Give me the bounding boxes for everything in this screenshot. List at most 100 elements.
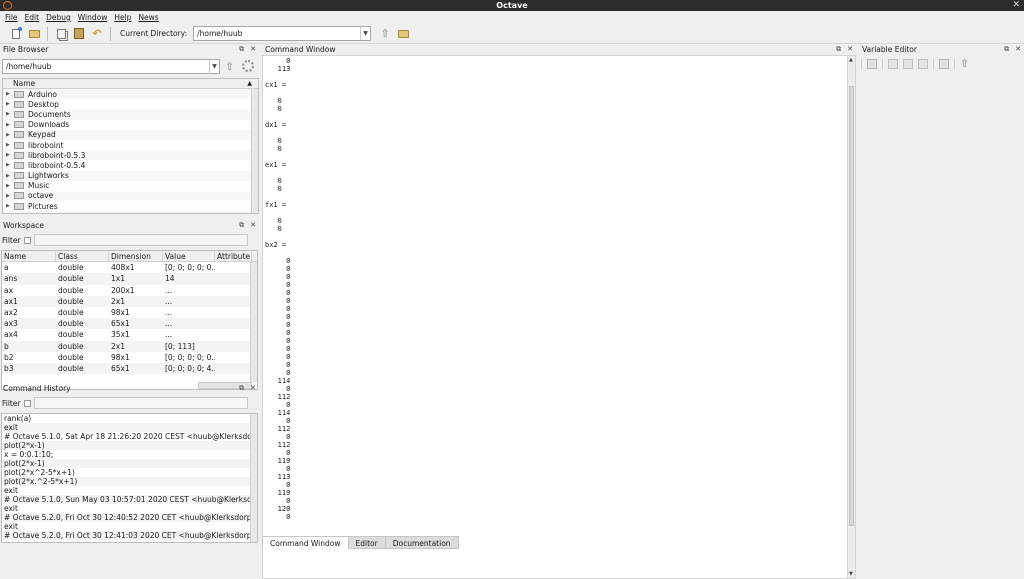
table-row[interactable]: a double 408x1 [0; 0; 0; 0; 0... — [2, 262, 257, 273]
undock-icon[interactable]: ⧉ — [239, 384, 244, 393]
close-icon[interactable]: ✕ — [847, 45, 853, 54]
list-item[interactable]: # Octave 5.1.0, Sun May 03 10:57:01 2020… — [2, 495, 257, 504]
column-header-name[interactable]: Name — [2, 251, 56, 261]
browse-directory-button[interactable] — [395, 26, 411, 42]
expand-arrow-icon[interactable]: ▶ — [6, 91, 14, 97]
file-list-item[interactable]: ▶ Lightworks — [3, 170, 258, 181]
file-list-item[interactable]: ▶ libroboint-0.5.3 — [3, 150, 258, 161]
scroll-up-icon[interactable]: ▲ — [849, 57, 853, 63]
list-item[interactable]: exit — [2, 486, 257, 495]
tab-command-window[interactable]: Command Window — [262, 536, 349, 549]
paste-icon[interactable] — [918, 58, 928, 69]
list-item[interactable]: rank(a) — [2, 414, 257, 423]
tab-documentation[interactable]: Documentation — [384, 536, 459, 549]
file-list-item[interactable]: ▶ Keypad — [3, 129, 258, 140]
plot-icon[interactable] — [939, 58, 949, 69]
command-window-console[interactable]: 0 113 cx1 = 0 0 dx1 = 0 0 ex1 = 0 0 fx1 … — [262, 55, 856, 579]
menu-window[interactable]: Window — [78, 13, 108, 22]
list-item[interactable]: plot(2*x.^2-5*x+1) — [2, 477, 257, 486]
undock-icon[interactable]: ⧉ — [239, 45, 244, 54]
expand-arrow-icon[interactable]: ▶ — [6, 162, 14, 168]
table-row[interactable]: ax4 double 35x1... — [2, 329, 257, 340]
list-item[interactable]: exit — [2, 522, 257, 531]
close-window-icon[interactable]: ✕ — [1012, 0, 1020, 11]
workspace-table[interactable]: Name Class Dimension Value Attribute a do… — [1, 250, 258, 390]
menu-file[interactable]: File — [5, 13, 18, 22]
expand-arrow-icon[interactable]: ▶ — [6, 142, 14, 148]
column-header-value[interactable]: Value — [163, 251, 215, 261]
undo-button[interactable]: ↶ — [89, 26, 105, 42]
expand-arrow-icon[interactable]: ▶ — [6, 132, 14, 138]
file-list-item[interactable]: ▶ Documents — [3, 109, 258, 120]
arrow-up-icon[interactable]: ⇧ — [960, 57, 969, 70]
table-row[interactable]: b3 double 65x1 [0; 0; 0; 0; 4... — [2, 362, 257, 375]
list-item[interactable]: plot(2*x-1) — [2, 441, 257, 450]
tab-editor[interactable]: Editor — [347, 536, 386, 549]
menu-edit[interactable]: Edit — [25, 13, 40, 22]
filter-checkbox[interactable] — [23, 399, 31, 407]
chevron-down-icon[interactable]: ▼ — [360, 27, 370, 40]
copy-button[interactable] — [53, 26, 69, 42]
file-list-scrollbar[interactable] — [251, 89, 258, 213]
list-item[interactable]: x = 0:0.1:10; — [2, 450, 257, 459]
column-header-name[interactable]: Name ▲ — [3, 79, 258, 89]
menu-help[interactable]: Help — [114, 13, 131, 22]
chevron-down-icon[interactable]: ▼ — [209, 60, 219, 73]
table-row[interactable]: ax3 double 65x1... — [2, 318, 257, 330]
undock-icon[interactable]: ⧉ — [239, 221, 244, 230]
column-header-attribute[interactable]: Attribute — [215, 251, 252, 261]
list-item[interactable]: # Octave 5.1.0, Sat Apr 18 21:26:20 2020… — [2, 432, 257, 441]
file-list-item[interactable]: ▶ Music — [3, 181, 258, 191]
paste-button[interactable] — [71, 26, 87, 42]
parent-directory-icon[interactable]: ⇧ — [225, 60, 234, 73]
command-window-scrollbar[interactable]: ▲ ▼ — [847, 56, 855, 578]
list-item[interactable]: exit — [2, 423, 257, 432]
file-list-item[interactable]: ▶ libroboint-0.5.4 — [3, 160, 258, 170]
close-icon[interactable]: ✕ — [250, 45, 256, 54]
history-scrollbar[interactable] — [250, 414, 257, 542]
table-row[interactable]: b double 2x1 [0; 113] — [2, 340, 257, 352]
command-history-list[interactable]: rank(a) exit # Octave 5.1.0, Sat Apr 18 21… — [1, 413, 258, 543]
column-header-class[interactable]: Class — [56, 251, 109, 261]
expand-arrow-icon[interactable]: ▶ — [6, 122, 14, 128]
table-row[interactable]: ax double 200x1... — [2, 285, 257, 296]
table-row[interactable]: ax1 double 2x1... — [2, 295, 257, 307]
expand-arrow-icon[interactable]: ▶ — [6, 173, 14, 179]
undock-icon[interactable]: ⧉ — [836, 45, 841, 54]
open-file-button[interactable] — [26, 26, 42, 42]
gear-icon[interactable] — [242, 60, 254, 72]
list-item[interactable]: exit — [2, 504, 257, 513]
file-list[interactable]: Name ▲ ▶ Arduino ▶ Desktop ▶ Documents ▶ Downloa… — [2, 78, 259, 214]
close-icon[interactable]: ✕ — [250, 221, 256, 230]
file-list-item[interactable]: ▶ libroboint — [3, 140, 258, 150]
file-list-item[interactable]: ▶ octave — [3, 190, 258, 202]
workspace-filter-input[interactable] — [33, 234, 248, 246]
table-row[interactable]: ans double 1x1 14 — [2, 273, 257, 285]
expand-arrow-icon[interactable]: ▶ — [6, 152, 14, 158]
table-row[interactable]: ax2 double 98x1... — [2, 307, 257, 318]
scroll-down-icon[interactable]: ▼ — [849, 571, 853, 577]
expand-arrow-icon[interactable]: ▶ — [6, 213, 14, 214]
history-filter-input[interactable] — [33, 397, 248, 409]
menu-debug[interactable]: Debug — [46, 13, 71, 22]
list-item[interactable]: # Octave 5.2.0, Fri Oct 30 12:40:52 2020… — [2, 513, 257, 522]
list-item[interactable]: plot(2*x-1) — [2, 459, 257, 468]
scrollbar-thumb[interactable] — [849, 86, 854, 526]
close-icon[interactable]: ✕ — [250, 384, 256, 393]
current-directory-combo[interactable]: /home/huub ▼ — [193, 26, 372, 41]
list-item[interactable]: # Octave 5.2.0, Fri Oct 30 12:41:03 2020… — [2, 531, 257, 540]
parent-directory-button[interactable]: ⇧ — [377, 26, 393, 42]
save-icon[interactable] — [867, 58, 877, 69]
new-script-button[interactable] — [8, 26, 24, 42]
file-list-item[interactable]: ▶ Pictures — [3, 201, 258, 211]
expand-arrow-icon[interactable]: ▶ — [6, 101, 14, 107]
workspace-scrollbar[interactable] — [250, 262, 257, 382]
file-list-item[interactable]: ▶ Downloads — [3, 120, 258, 130]
expand-arrow-icon[interactable]: ▶ — [6, 193, 14, 199]
expand-arrow-icon[interactable]: ▶ — [6, 183, 14, 189]
list-item[interactable]: plot(2*x^2-5*x+1) — [2, 468, 257, 477]
filter-checkbox[interactable] — [23, 236, 31, 244]
cut-icon[interactable] — [888, 58, 898, 69]
file-list-item[interactable]: ▶ Arduino — [3, 89, 258, 100]
file-list-item[interactable]: ▶ Desktop — [3, 99, 258, 109]
